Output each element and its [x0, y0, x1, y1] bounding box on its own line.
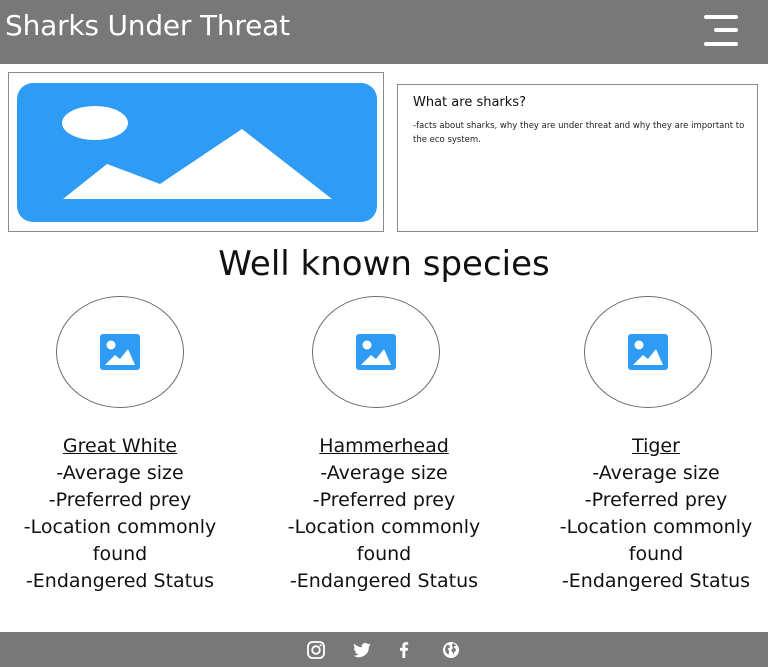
site-header: Sharks Under Threat [0, 0, 768, 64]
twitter-icon[interactable] [352, 640, 372, 660]
species-card-tiger: Tiger -Average size -Preferred prey -Loc… [536, 433, 768, 595]
info-box: What are sharks? -facts about sharks, wh… [397, 84, 758, 232]
instagram-icon[interactable] [306, 640, 326, 660]
species-name-link[interactable]: Tiger [536, 433, 768, 460]
species-name-link[interactable]: Great White [0, 433, 240, 460]
species-detail: -Endangered Status [289, 570, 479, 592]
species-name-link[interactable]: Hammerhead [264, 433, 504, 460]
species-card-hammerhead: Hammerhead -Average size -Preferred prey… [264, 433, 504, 595]
globe-icon[interactable] [441, 640, 461, 660]
species-detail: -Preferred prey [48, 489, 192, 511]
species-detail: -Location commonly found [559, 516, 753, 565]
species-detail: -Average size [56, 462, 184, 484]
species-detail: -Location commonly found [23, 516, 217, 565]
facebook-icon[interactable] [394, 640, 414, 660]
species-detail: -Location commonly found [287, 516, 481, 565]
hamburger-menu-icon[interactable] [704, 15, 738, 47]
species-detail: -Preferred prey [584, 489, 728, 511]
site-footer [0, 632, 768, 667]
species-detail: -Endangered Status [561, 570, 751, 592]
species-card-great-white: Great White -Average size -Preferred pre… [0, 433, 240, 595]
image-icon [356, 334, 396, 370]
section-title: Well known species [218, 244, 550, 284]
info-title: What are sharks? [413, 95, 526, 110]
hero-image-frame [8, 72, 384, 232]
species-image-tiger[interactable] [584, 296, 712, 408]
site-title: Sharks Under Threat [5, 9, 290, 42]
species-detail: -Preferred prey [312, 489, 456, 511]
info-text: -facts about sharks, why they are under … [413, 121, 745, 145]
species-image-hammerhead[interactable] [312, 296, 440, 408]
species-image-great-white[interactable] [56, 296, 184, 408]
species-detail: -Average size [320, 462, 448, 484]
image-icon [628, 334, 668, 370]
species-detail: -Endangered Status [25, 570, 215, 592]
species-detail: -Average size [592, 462, 720, 484]
image-placeholder-icon [17, 83, 377, 222]
image-icon [100, 334, 140, 370]
